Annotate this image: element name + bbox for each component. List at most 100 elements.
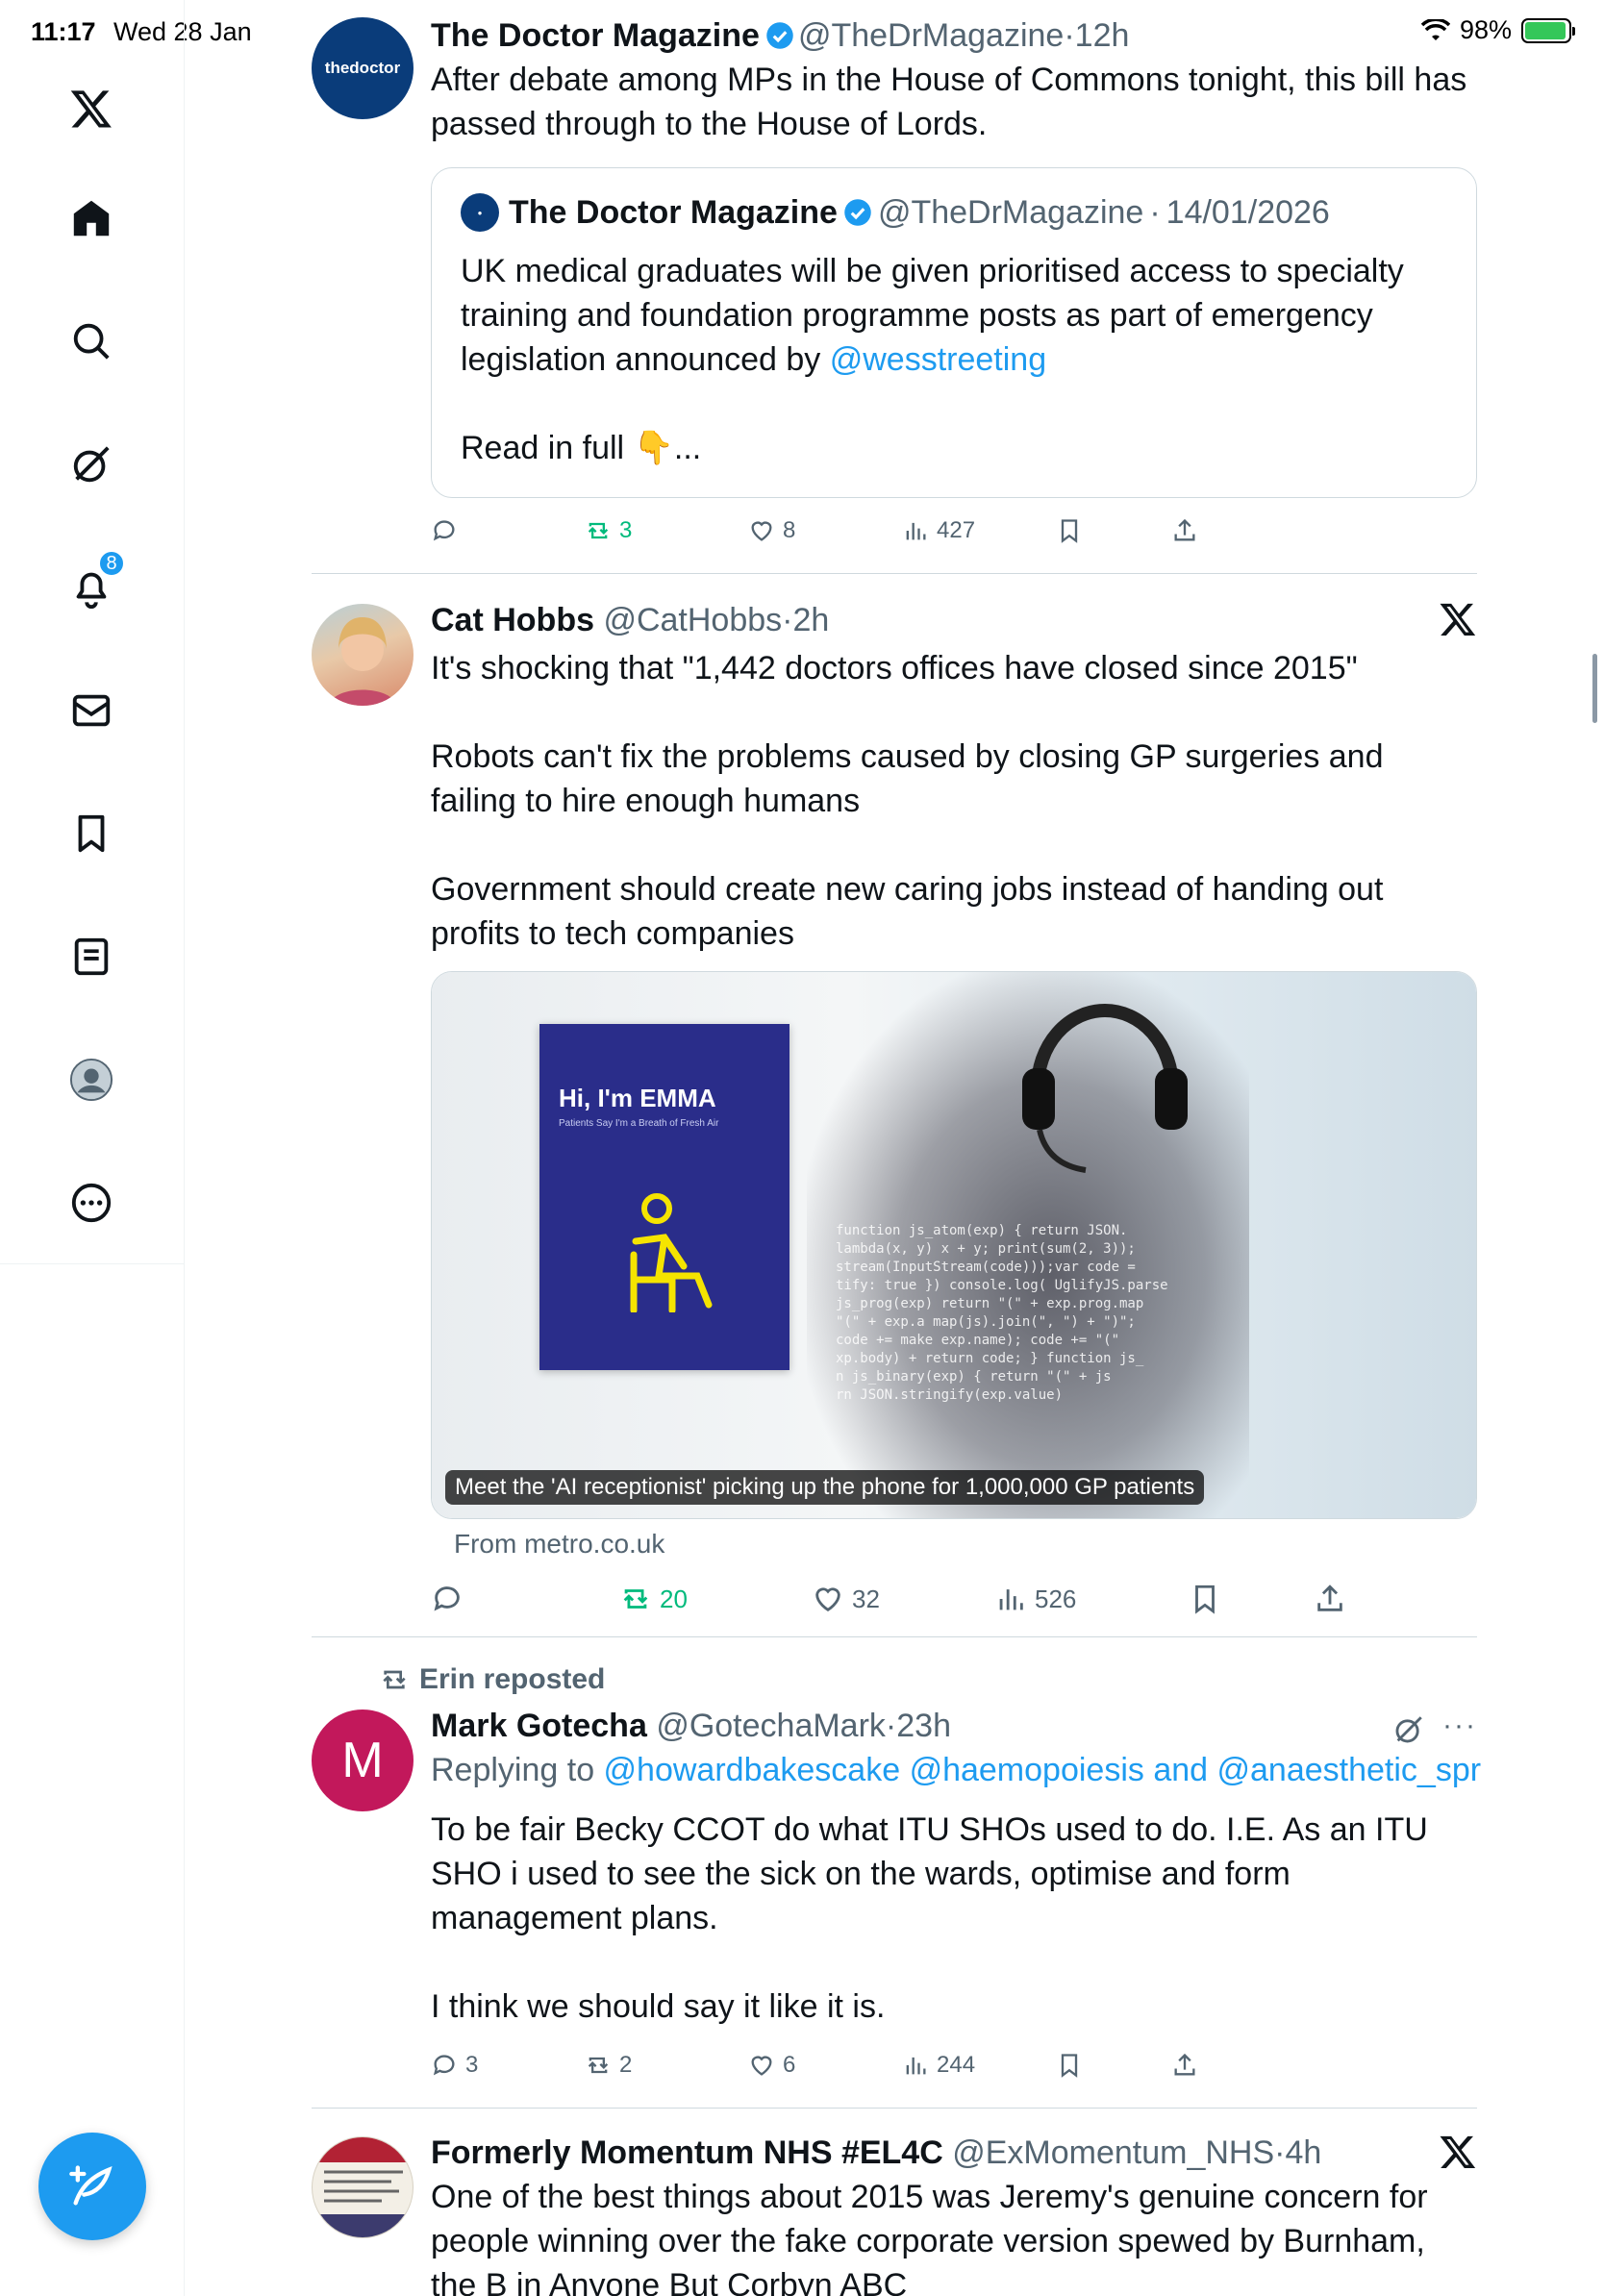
like-count: 8: [783, 517, 796, 543]
mail-icon[interactable]: [63, 683, 119, 738]
bookmark-icon: [1061, 519, 1078, 543]
share-icon: [1174, 2053, 1195, 2076]
tweet-text-2: Robots can't fix the problems caused by …: [431, 738, 1384, 819]
reply-button[interactable]: [431, 1583, 464, 1615]
scroll-indicator[interactable]: [1592, 654, 1597, 723]
tweet-divider: [312, 573, 1477, 574]
quoted-tweet[interactable]: ● The Doctor Magazine @TheDrMagazine · 14/…: [431, 167, 1477, 498]
tweet-text-2: I think we should say it like it is.: [431, 1988, 886, 2025]
tweet-text: After debate among MPs in the House of C…: [431, 62, 1467, 142]
quote-avatar: ●: [461, 193, 499, 232]
heart-icon: [751, 2056, 772, 2076]
tweet-time[interactable]: 12h: [1075, 17, 1130, 54]
author-handle[interactable]: @ExMomentum_NHS: [952, 2134, 1274, 2171]
tweet-content: The Doctor Magazine @TheDrMagazine·12h Af…: [431, 15, 1477, 146]
x-logo-icon[interactable]: [1439, 600, 1477, 638]
grok-icon[interactable]: [63, 437, 119, 492]
reposted-by[interactable]: Erin reposted: [419, 1663, 605, 1696]
repost-button[interactable]: 2: [585, 2052, 632, 2079]
separator-dot: ·: [885, 1708, 897, 1744]
author-name[interactable]: Cat Hobbs: [431, 602, 594, 638]
avatar-icon[interactable]: [63, 1052, 119, 1108]
tweet-header: Cat Hobbs @CatHobbs·2h: [431, 600, 1477, 640]
tweet-time[interactable]: 4h: [1285, 2134, 1321, 2171]
tweet-header: Mark Gotecha @GotechaMark·23h: [431, 1706, 1477, 1746]
avatar[interactable]: [312, 2136, 414, 2238]
tweet-time[interactable]: 2h: [793, 602, 830, 638]
repost-icon: [588, 522, 609, 539]
bookmark-button[interactable]: [1056, 2052, 1083, 2079]
tweet-time[interactable]: 23h: [896, 1708, 951, 1744]
code-overlay: function js_atom(exp) { return JSON. lamb…: [836, 1223, 1168, 1403]
more-options-icon[interactable]: ···: [1442, 1710, 1477, 1742]
author-handle[interactable]: @CatHobbs: [603, 602, 782, 638]
mention-link[interactable]: @wesstreeting: [830, 341, 1046, 378]
reply-mentions[interactable]: @howardbakescake @haemopoiesis: [604, 1752, 1144, 1788]
share-button[interactable]: [1171, 2052, 1198, 2079]
card-source[interactable]: From metro.co.uk: [454, 1529, 664, 1560]
home-icon[interactable]: [63, 190, 119, 246]
more-icon[interactable]: [63, 1175, 119, 1231]
like-button[interactable]: 6: [748, 2052, 795, 2079]
repost-count: 2: [619, 2052, 633, 2078]
heart-icon: [815, 1587, 840, 1612]
replying-to: Replying to @howardbakescake @haemopoies…: [431, 1750, 1481, 1790]
grok-icon[interactable]: [1392, 1713, 1425, 1746]
read-more[interactable]: Read in full 👇...: [461, 426, 1451, 470]
tweet[interactable]: Formerly Momentum NHS #EL4C @ExMomentum_…: [312, 2133, 1477, 2296]
views-button[interactable]: 526: [994, 1583, 1076, 1615]
share-button[interactable]: [1171, 517, 1198, 544]
avatar[interactable]: thedoctor: [312, 17, 414, 119]
reply-button[interactable]: [431, 517, 458, 544]
share-button[interactable]: [1314, 1583, 1346, 1615]
views-button[interactable]: 244: [902, 2052, 975, 2079]
verified-badge-icon: [844, 199, 871, 226]
repost-button[interactable]: 20: [619, 1583, 688, 1615]
repost-button[interactable]: 3: [585, 517, 632, 544]
share-icon: [1174, 518, 1195, 541]
repost-icon: [383, 1670, 406, 1689]
like-button[interactable]: 8: [748, 517, 795, 544]
list-icon[interactable]: [63, 929, 119, 985]
views-button[interactable]: 427: [902, 517, 975, 544]
bookmark-icon: [1061, 2054, 1078, 2078]
share-icon: [1317, 1585, 1342, 1611]
tweet-header: The Doctor Magazine @TheDrMagazine·12h: [431, 15, 1477, 56]
bell-icon[interactable]: 8: [63, 550, 125, 615]
view-count: 526: [1035, 1584, 1077, 1613]
poster-title: Hi, I'm EMMA: [559, 1084, 716, 1112]
sidebar: 8: [0, 0, 185, 2296]
relaxing-person-icon: [630, 1193, 713, 1312]
replying-prefix: Replying to: [431, 1752, 604, 1788]
heart-icon: [751, 521, 772, 541]
compose-button[interactable]: [38, 2133, 146, 2240]
like-button[interactable]: 32: [812, 1583, 880, 1615]
avatar[interactable]: M: [312, 1710, 414, 1811]
repost-count: 3: [619, 517, 633, 543]
views-icon: [906, 522, 926, 540]
avatar[interactable]: [312, 604, 414, 706]
headset-icon: [1022, 1004, 1188, 1173]
notification-badge: 8: [98, 550, 125, 577]
link-card[interactable]: Hi, I'm EMMA Patients Say I'm a Breath o…: [431, 971, 1477, 1519]
like-count: 32: [852, 1584, 880, 1613]
author-name[interactable]: Formerly Momentum NHS #EL4C: [431, 2134, 943, 2171]
separator-dot: ·: [782, 602, 793, 638]
tweet-text-1: It's shocking that "1,442 doctors office…: [431, 650, 1358, 686]
avatar-newspaper-image: [313, 2137, 413, 2237]
author-name[interactable]: Mark Gotecha: [431, 1708, 647, 1744]
bookmark-icon[interactable]: [63, 806, 119, 861]
author-handle[interactable]: @GotechaMark: [656, 1708, 886, 1744]
author-handle[interactable]: @TheDrMagazine: [798, 17, 1064, 54]
x-logo-icon[interactable]: [1439, 2133, 1477, 2171]
reply-button[interactable]: 3: [431, 2052, 478, 2079]
replying-and: and: [1143, 1752, 1217, 1788]
search-icon[interactable]: [63, 313, 119, 369]
battery-icon: [1521, 17, 1575, 43]
reply-mention-last[interactable]: @anaesthetic_spr: [1217, 1752, 1482, 1788]
x-logo-icon[interactable]: [63, 81, 119, 137]
bookmark-button[interactable]: [1189, 1583, 1221, 1615]
bookmark-button[interactable]: [1056, 517, 1083, 544]
author-name[interactable]: The Doctor Magazine: [431, 17, 760, 54]
tweet-text-3: Government should create new caring jobs…: [431, 871, 1384, 952]
